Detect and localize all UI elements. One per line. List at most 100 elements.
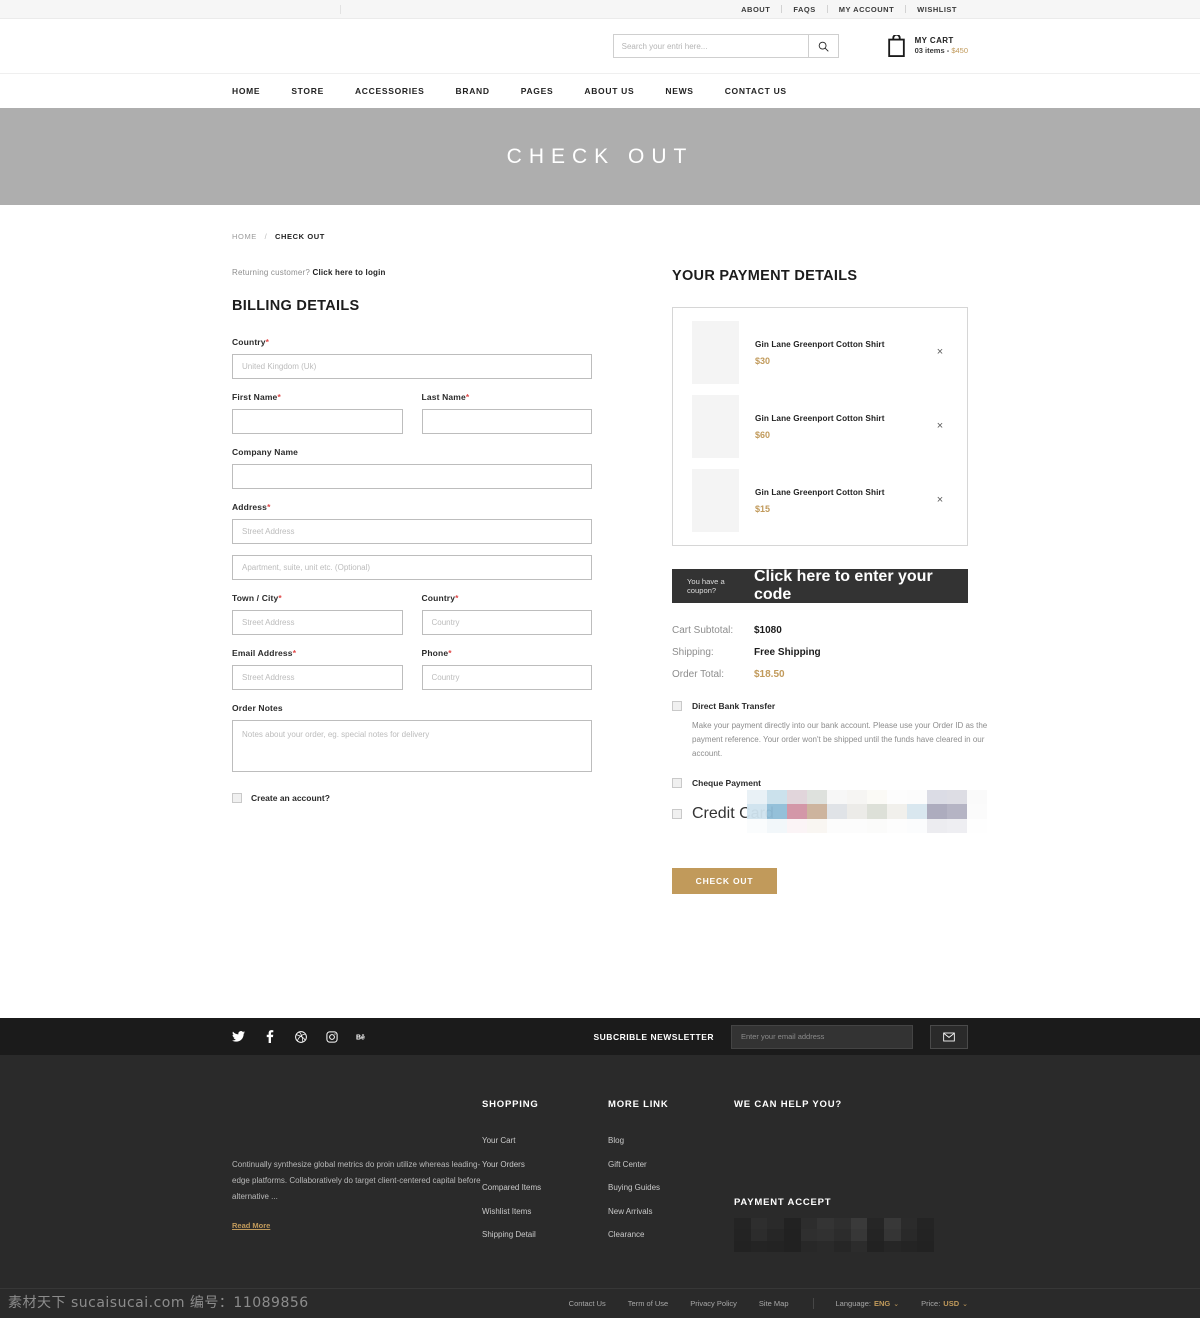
required-mark: * <box>292 648 297 658</box>
newsletter-email-input[interactable] <box>731 1024 913 1049</box>
topbar-link-faqs[interactable]: FAQS <box>782 5 826 14</box>
twitter-icon[interactable] <box>232 1030 245 1043</box>
footer-link-shipping-detail[interactable]: Shipping Detail <box>482 1230 608 1239</box>
behance-icon[interactable]: Bē <box>356 1030 369 1043</box>
street-address-input[interactable] <box>232 519 592 544</box>
footer-bottom-link-contact-us[interactable]: Contact Us <box>569 1299 606 1308</box>
language-selector[interactable]: Language: ENG ⌄ <box>836 1299 900 1308</box>
site-footer: Bē SUBCRIBLE NEWSLETTER Continually synt… <box>0 1018 1200 1318</box>
create-account-checkbox[interactable] <box>232 793 242 803</box>
newsletter-submit-button[interactable] <box>930 1024 968 1049</box>
instagram-icon[interactable] <box>325 1030 338 1043</box>
footer-link-gift-center[interactable]: Gift Center <box>608 1160 734 1169</box>
bank-transfer-checkbox[interactable] <box>672 701 682 711</box>
field-town-city: Town / City* <box>232 593 403 635</box>
payment-method-bank-transfer[interactable]: Direct Bank Transfer <box>672 701 968 711</box>
topbar-link-wishlist[interactable]: WISHLIST <box>906 5 968 14</box>
footer-bottom-link-privacy-policy[interactable]: Privacy Policy <box>690 1299 737 1308</box>
footer-bottom-link-term-of-use[interactable]: Term of Use <box>628 1299 668 1308</box>
remove-item-button[interactable]: × <box>933 346 947 360</box>
chevron-down-icon: ⌄ <box>893 1301 900 1308</box>
required-mark: * <box>277 392 281 402</box>
mini-cart[interactable]: MY CART 03 items - $450 <box>887 35 968 57</box>
search-bar[interactable] <box>612 34 839 58</box>
order-totals: Cart Subtotal: $1080 Shipping: Free Ship… <box>672 625 968 680</box>
nav-item-brand[interactable]: BRAND <box>456 86 490 96</box>
topbar-link-about[interactable]: ABOUT <box>730 5 781 14</box>
cheque-checkbox[interactable] <box>672 778 682 788</box>
payment-details-title: YOUR PAYMENT DETAILS <box>672 268 858 284</box>
payment-accept-logos-icon <box>734 1218 934 1252</box>
footer-link-wishlist-items[interactable]: Wishlist Items <box>482 1207 608 1216</box>
nav-item-news[interactable]: NEWS <box>665 86 693 96</box>
town-city-input[interactable] <box>232 610 403 635</box>
company-name-input[interactable] <box>232 464 592 489</box>
main-navigation: HOME STORE ACCESSORIES BRAND PAGES ABOUT… <box>0 73 1200 108</box>
country-select-input[interactable] <box>232 354 592 379</box>
payment-method-credit-card[interactable]: Credit Card <box>672 790 987 833</box>
breadcrumb-home[interactable]: HOME <box>232 232 257 241</box>
apartment-input[interactable] <box>232 555 592 580</box>
dribbble-icon[interactable] <box>294 1030 307 1043</box>
subtotal-value: $1080 <box>754 625 782 636</box>
email-phone-row: Email Address* Phone* <box>232 648 592 703</box>
footer-link-buying-guides[interactable]: Buying Guides <box>608 1183 734 1192</box>
social-links: Bē <box>232 1030 369 1043</box>
footer-link-new-arrivals[interactable]: New Arrivals <box>608 1207 734 1216</box>
order-item-info: Gin Lane Greenport Cotton Shirt $15 <box>739 488 933 514</box>
nav-item-contact-us[interactable]: CONTACT US <box>725 86 787 96</box>
label-country-2: Country* <box>422 593 593 603</box>
remove-item-button[interactable]: × <box>933 494 947 508</box>
read-more-link[interactable]: Read More <box>232 1221 270 1230</box>
remove-item-button[interactable]: × <box>933 420 947 434</box>
create-account-row[interactable]: Create an account? <box>232 793 592 803</box>
email-input[interactable] <box>232 665 403 690</box>
required-mark: * <box>455 593 459 603</box>
footer-bottom-link-site-map[interactable]: Site Map <box>759 1299 789 1308</box>
footer-link-your-orders[interactable]: Your Orders <box>482 1160 608 1169</box>
nav-item-home[interactable]: HOME <box>232 86 260 96</box>
coupon-link[interactable]: Click here to enter your code <box>754 568 968 604</box>
order-notes-textarea[interactable] <box>232 720 592 772</box>
phone-input[interactable] <box>421 665 592 690</box>
name-row: First Name* Last Name* <box>232 392 592 447</box>
login-link[interactable]: Click here to login <box>312 268 385 277</box>
envelope-icon <box>943 1032 955 1041</box>
search-input[interactable] <box>613 35 808 57</box>
footer-column-shopping: SHOPPING Your Cart Your Orders Compared … <box>482 1099 608 1254</box>
coupon-banner[interactable]: You have a coupon? Click here to enter y… <box>672 568 968 604</box>
nav-item-about-us[interactable]: ABOUT US <box>584 86 634 96</box>
footer-link-your-cart[interactable]: Your Cart <box>482 1136 608 1145</box>
total-row-order-total: Order Total: $18.50 <box>672 669 968 680</box>
facebook-icon[interactable] <box>263 1030 276 1043</box>
language-label: Language: <box>835 1299 871 1308</box>
topbar-link-my-account[interactable]: MY ACCOUNT <box>828 5 905 14</box>
payment-method-cheque[interactable]: Cheque Payment <box>672 778 968 788</box>
nav-item-store[interactable]: STORE <box>291 86 324 96</box>
last-name-input[interactable] <box>421 409 592 434</box>
footer-link-compared-items[interactable]: Compared Items <box>482 1183 608 1192</box>
price-currency-selector[interactable]: Price: USD ⌄ <box>921 1299 968 1308</box>
order-item-price: $15 <box>755 503 771 514</box>
footer-head-shopping: SHOPPING <box>482 1099 539 1110</box>
order-summary-box: Gin Lane Greenport Cotton Shirt $30 × Gi… <box>672 307 968 546</box>
newsletter-label: SUBCRIBLE NEWSLETTER <box>593 1031 714 1042</box>
first-name-input[interactable] <box>232 409 403 434</box>
search-button[interactable] <box>807 35 838 57</box>
country-2-input[interactable] <box>421 610 592 635</box>
footer-link-clearance[interactable]: Clearance <box>608 1230 734 1239</box>
coupon-text: You have a coupon? <box>687 577 725 595</box>
mini-cart-count: 03 items - <box>914 46 950 56</box>
nav-item-pages[interactable]: PAGES <box>521 86 554 96</box>
field-phone: Phone* <box>421 648 593 690</box>
product-thumbnail <box>692 469 739 532</box>
shipping-value: Free Shipping <box>754 647 821 658</box>
nav-item-accessories[interactable]: ACCESSORIES <box>355 86 425 96</box>
checkout-button[interactable]: CHECK OUT <box>672 868 777 894</box>
returning-customer-notice: Returning customer? Click here to login <box>232 268 592 277</box>
watermark: 素材天下 sucaisucai.com 编号：11089856 <box>8 1295 309 1311</box>
create-account-label: Create an account? <box>251 793 330 803</box>
label-phone: Phone* <box>422 648 593 658</box>
credit-card-checkbox[interactable] <box>672 809 682 819</box>
footer-link-blog[interactable]: Blog <box>608 1136 734 1145</box>
